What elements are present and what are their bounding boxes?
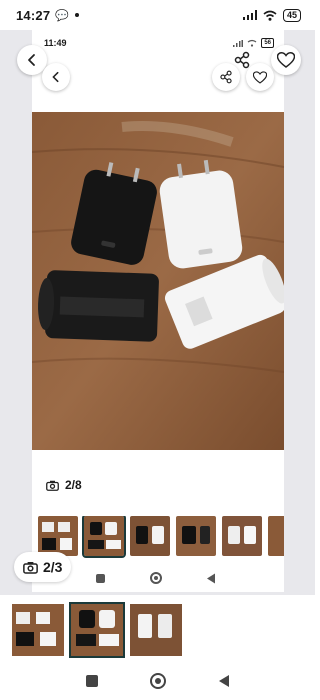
thumbnail-image (84, 516, 124, 556)
photo-counter: 2/3 (14, 552, 72, 582)
thumbnail-3[interactable] (130, 516, 170, 556)
thumbnail-image (71, 604, 123, 656)
inner-counter-text: 2/8 (65, 478, 82, 492)
inner-chevron-left-icon (52, 71, 59, 83)
thumbnail-image (268, 516, 284, 556)
outer-thumbnail-3[interactable] (130, 604, 182, 656)
chargers-photo-illustration (32, 112, 284, 450)
inner-share-button[interactable] (212, 63, 240, 91)
signal-icon (242, 10, 257, 20)
inner-navigation-bar (96, 571, 216, 585)
thumbnail-5[interactable] (222, 516, 262, 556)
recent-apps-button[interactable] (85, 675, 98, 687)
thumbnail-image (130, 604, 182, 656)
home-button[interactable] (149, 673, 166, 689)
navigation-bar (0, 666, 315, 696)
inner-signal-icon (233, 39, 244, 47)
inner-thumbnail-strip (38, 516, 284, 560)
inner-home-button[interactable] (149, 572, 162, 584)
thumbnail-strip (12, 602, 315, 660)
inner-back-button[interactable] (42, 63, 70, 91)
chevron-left-icon (28, 54, 35, 66)
product-photo[interactable] (32, 112, 284, 450)
outer-thumbnail-1[interactable] (12, 604, 64, 656)
counter-text: 2/3 (43, 559, 63, 575)
back-nav-icon[interactable] (218, 674, 230, 688)
thumbnail-image (130, 516, 170, 556)
thumbnail-1[interactable] (38, 516, 78, 556)
status-time: 14:27 (16, 7, 51, 23)
thumbnail-2-selected[interactable] (82, 516, 126, 558)
battery-indicator: 45 (282, 8, 301, 22)
heart-icon (277, 52, 295, 68)
inner-battery-indicator: 56 (261, 38, 274, 48)
camera-icon (46, 480, 59, 491)
inner-home-dot-icon (153, 576, 158, 580)
thumbnail-image (38, 516, 78, 556)
inner-heart-icon (253, 70, 267, 84)
thumbnail-4[interactable] (176, 516, 216, 556)
home-dot-icon (154, 678, 161, 684)
outer-thumbnail-2-selected[interactable] (69, 602, 125, 658)
camera-icon (23, 561, 38, 574)
inner-photo-counter: 2/8 (46, 478, 82, 492)
inner-recent-button[interactable] (96, 573, 105, 583)
wifi-icon (263, 10, 277, 21)
inner-favorite-button[interactable] (246, 63, 274, 91)
inner-share-icon (220, 70, 232, 84)
thumbnail-6[interactable] (268, 516, 284, 556)
favorite-button[interactable] (271, 45, 301, 75)
chat-icon: 💬 (55, 9, 69, 22)
notification-dot-icon (74, 13, 79, 17)
inner-status-time: 11:49 (44, 38, 67, 48)
thumbnail-image (222, 516, 262, 556)
inner-wifi-icon (247, 39, 257, 47)
thumbnail-image (176, 516, 216, 556)
inner-back-nav-icon[interactable] (206, 573, 216, 584)
thumbnail-image (12, 604, 64, 656)
status-bar: 14:27 💬 45 (0, 0, 315, 30)
